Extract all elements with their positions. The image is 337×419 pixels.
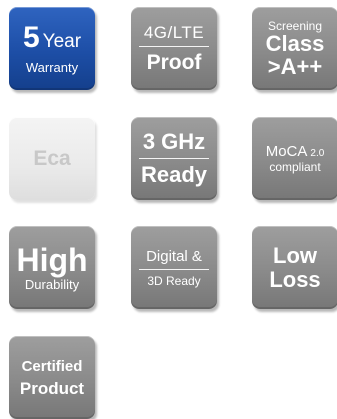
lte-label: 4G/LTE bbox=[143, 23, 205, 42]
loss-label: Loss bbox=[269, 266, 321, 292]
eca-badge: Eca bbox=[9, 117, 95, 200]
ready-label: Ready bbox=[140, 162, 208, 187]
class-rating: >A++ bbox=[267, 53, 323, 79]
screening-label: Screening bbox=[267, 18, 323, 33]
3d-ready-label: 3D Ready bbox=[147, 273, 201, 288]
lte-divider bbox=[139, 46, 209, 47]
ghz-divider bbox=[139, 158, 209, 159]
certified-label: Certified bbox=[21, 357, 83, 375]
screening-class-badge: Screening Class >A++ bbox=[252, 7, 337, 90]
warranty-years-word: Year bbox=[42, 31, 82, 52]
moca-badge: MoCA 2.0 compliant bbox=[252, 117, 337, 200]
high-label: High bbox=[16, 242, 88, 278]
low-loss-badge: Low Loss bbox=[252, 226, 337, 309]
warranty-badge: 5 Year Warranty bbox=[9, 7, 95, 90]
warranty-years-number: 5 bbox=[22, 21, 40, 54]
lte-proof-badge: 4G/LTE Proof bbox=[131, 7, 217, 90]
warranty-label: Warranty bbox=[25, 60, 79, 75]
high-durability-badge: High Durability bbox=[9, 226, 95, 309]
moca-heading: MoCA 2.0 bbox=[266, 144, 325, 159]
eca-label: Eca bbox=[33, 147, 71, 170]
low-label: Low bbox=[273, 242, 317, 268]
ghz-ready-badge: 3 GHz Ready bbox=[131, 117, 217, 200]
class-label: Class bbox=[265, 30, 325, 56]
certified-product-badge: Certified Product bbox=[9, 336, 95, 419]
moca-label: MoCA bbox=[265, 143, 308, 160]
durability-label: Durability bbox=[24, 277, 80, 292]
proof-label: Proof bbox=[146, 51, 202, 74]
digital-3d-badge: Digital & 3D Ready bbox=[131, 226, 217, 309]
moca-version: 2.0 bbox=[310, 148, 325, 159]
digital-label: Digital & bbox=[146, 247, 202, 265]
warranty-heading: 5 Year bbox=[23, 23, 81, 53]
ghz-label: 3 GHz bbox=[142, 129, 206, 154]
compliant-label: compliant bbox=[269, 160, 321, 174]
digital-divider bbox=[139, 268, 209, 270]
product-label: Product bbox=[19, 378, 85, 398]
